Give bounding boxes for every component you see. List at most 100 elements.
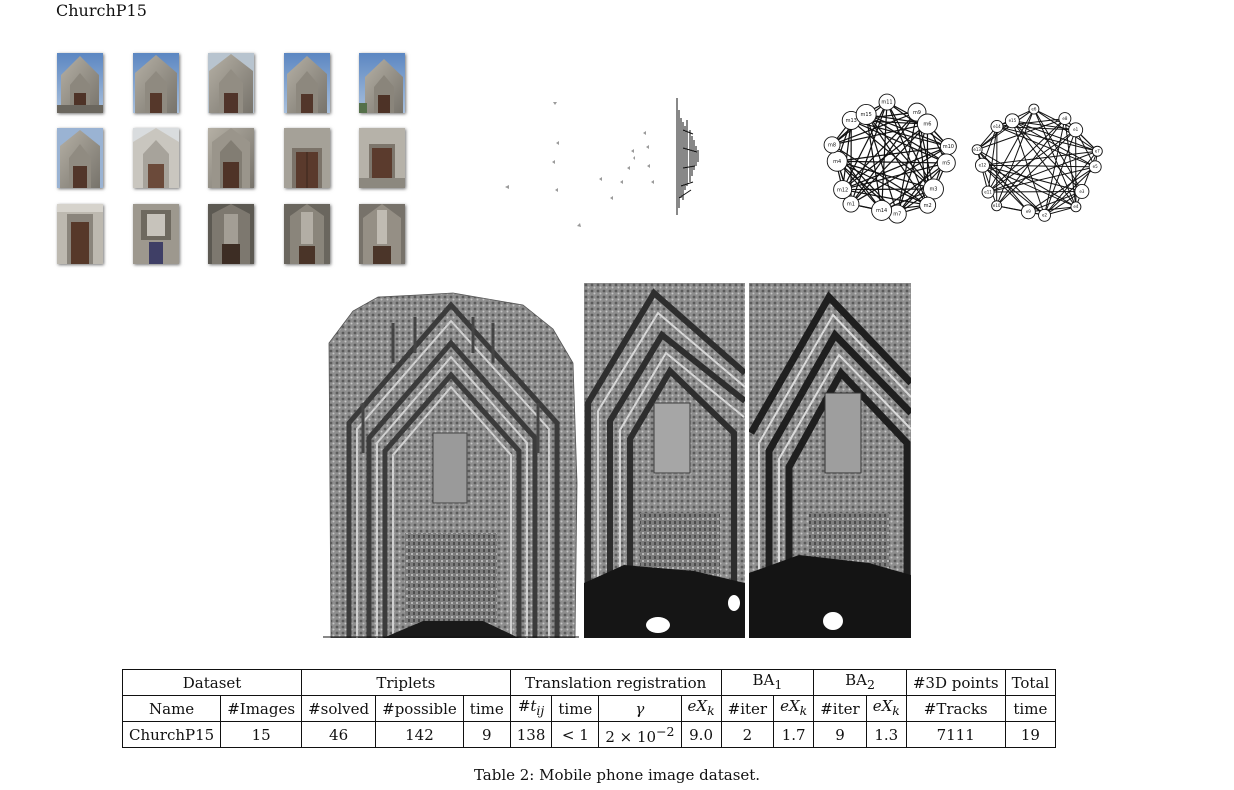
graph-edge (976, 108, 1035, 151)
col-total-time: time (1004, 695, 1057, 722)
col-gamma: γ (598, 695, 682, 722)
graph-node-label: e1 (1073, 127, 1078, 132)
cell-registration-time: < 1 (551, 721, 600, 748)
col-iter-ba1: #iter (720, 695, 775, 722)
graph-node-label: m2 (924, 203, 932, 209)
camera-icon (556, 141, 559, 145)
camera-icon (633, 156, 635, 160)
graph-node-label: m5 (942, 161, 950, 167)
graph-node-label: e5 (1093, 164, 1098, 169)
input-photo (133, 204, 179, 264)
camera-icon (643, 131, 646, 135)
camera-icon (620, 180, 623, 184)
graph-edge (842, 188, 934, 191)
graph-node-label: m7 (893, 212, 901, 218)
figure-title: ChurchP15 (56, 1, 147, 20)
group-dataset: Dataset (121, 669, 303, 696)
input-photo (284, 204, 330, 264)
graph-node-label: e12 (979, 163, 987, 168)
dense-reconstruction-front (323, 283, 579, 638)
cell-iter-ba2: 9 (813, 721, 867, 748)
table-row: ChurchP15 15 46 142 9 138 < 1 2 × 10−2 9… (121, 721, 1057, 748)
cell-total-time: 19 (1004, 721, 1057, 748)
view-graph-left: m11 m9m6 m10 m5 m3 m2 m7 m14 m1 m12 m4 m8 m13 m15 (823, 93, 957, 224)
camera-icon (610, 196, 613, 200)
camera-icon (646, 145, 649, 149)
col-exk-ba2: eXk (865, 695, 907, 722)
dense-reconstruction-closeup-2 (749, 283, 911, 638)
cell-images: 15 (220, 721, 303, 748)
graph-node-label: e13 (973, 147, 981, 152)
col-possible: #possible (375, 695, 464, 722)
graph-node-label: m12 (837, 187, 848, 193)
camera-icon (552, 160, 555, 164)
col-name: Name (121, 695, 222, 722)
graph-node-label: m14 (876, 208, 887, 214)
graph-node-label: m10 (943, 144, 954, 150)
cell-exk-registration: 9.0 (680, 721, 722, 748)
graph-node-label: m9 (913, 110, 921, 116)
input-photo (208, 204, 254, 264)
input-photo (57, 128, 103, 188)
graph-node-label: e4 (1073, 204, 1078, 209)
graph-edge (988, 190, 1082, 193)
graph-node-label: m4 (833, 159, 841, 165)
col-exk-registration: eXk (680, 695, 722, 722)
graph-node-label: m15 (861, 112, 872, 118)
input-photo (133, 128, 179, 188)
camera-icon (599, 177, 602, 181)
group-ba2: BA2 (813, 669, 907, 696)
graph-edge (1075, 151, 1098, 208)
graph-node-label: e3 (1079, 189, 1084, 194)
graph-node-label: e15 (1009, 118, 1017, 123)
camera-icon (627, 166, 630, 170)
col-tij: #tij (509, 695, 553, 722)
input-photo (208, 128, 254, 188)
graph-node-label: e6 (1031, 106, 1036, 111)
col-exk-ba1: eXk (773, 695, 815, 722)
cell-exk-ba2: 1.3 (865, 721, 907, 748)
camera-icon (555, 188, 558, 192)
view-graph-right: e6 e8 e1 e7 e5 e3 e4 e2 e9 e10 e11 e12 e13 e14 e15 (971, 103, 1103, 222)
cell-possible: 142 (375, 721, 464, 748)
input-photo (133, 53, 179, 113)
col-registration-time: time (551, 695, 600, 722)
input-photo (284, 53, 330, 113)
cell-name: ChurchP15 (121, 721, 222, 748)
group-triplets: Triplets (301, 669, 511, 696)
graph-node-label: e10 (993, 203, 1001, 208)
input-photo (359, 128, 405, 188)
camera-icon (651, 180, 654, 184)
graph-edge (1012, 120, 1098, 152)
graph-node-label: e9 (1026, 209, 1031, 214)
graph-node-label: m3 (929, 187, 937, 193)
cell-iter-ba1: 2 (720, 721, 775, 748)
dense-reconstruction-closeup-1 (584, 283, 745, 638)
input-photo (284, 128, 330, 188)
cell-exk-ba1: 1.7 (773, 721, 815, 748)
camera-icon (505, 185, 509, 189)
camera-icon (577, 223, 581, 227)
group-ba1: BA1 (720, 669, 815, 696)
camera-icon (647, 164, 650, 168)
graph-node-label: m6 (923, 122, 931, 128)
group-translation-registration: Translation registration (509, 669, 722, 696)
input-photo (57, 53, 103, 113)
table-header-columns: Name #Images #solved #possible time #tij… (121, 695, 1057, 722)
table-header-groups: Dataset Triplets Translation registratio… (121, 669, 1057, 696)
col-triplet-time: time (462, 695, 511, 722)
input-photo (359, 204, 405, 264)
table-caption: Table 2: Mobile phone image dataset. (473, 766, 761, 784)
graph-edge (987, 126, 998, 193)
cell-tij: 138 (509, 721, 553, 748)
graph-node-label: m1 (847, 202, 855, 208)
cell-triplet-time: 9 (462, 721, 511, 748)
graph-node-label: e14 (993, 124, 1001, 129)
cell-gamma: 2 × 10−2 (598, 721, 682, 748)
camera-icon (631, 149, 634, 153)
col-images: #Images (220, 695, 303, 722)
input-photo (359, 53, 405, 113)
col-iter-ba2: #iter (813, 695, 867, 722)
view-graph-figure: m11m9m6m10m5m3m2m7m14m1m12m4m8m13m15 e6e… (823, 93, 1103, 224)
cell-solved: 46 (301, 721, 377, 748)
